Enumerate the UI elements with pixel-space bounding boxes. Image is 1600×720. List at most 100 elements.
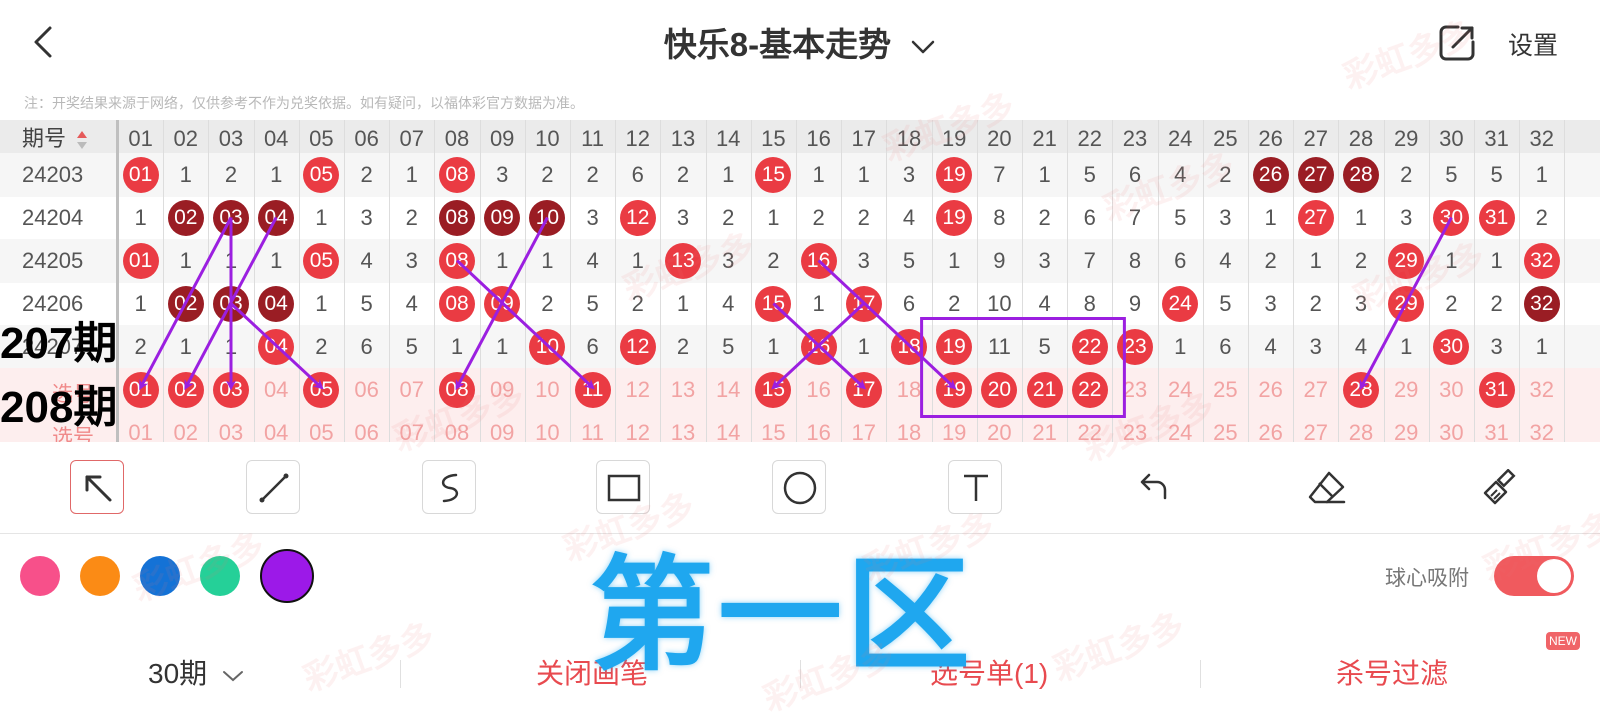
curve-tool[interactable] [422, 460, 476, 514]
number-ball[interactable]: 31 [1478, 372, 1515, 408]
number-ball: 17 [845, 286, 882, 322]
pick-number[interactable]: 32 [1519, 368, 1565, 412]
pick-number[interactable]: 29 [1383, 411, 1429, 442]
number-ball: 08 [439, 157, 475, 193]
miss-count: 6 [631, 162, 644, 187]
pick-number[interactable]: 17 [841, 411, 887, 442]
ball-snap-label: 球心吸附 [1385, 567, 1469, 590]
undo-icon [1140, 473, 1167, 500]
number-ball[interactable]: 28 [1343, 372, 1379, 408]
eraser-tool[interactable] [1298, 460, 1352, 514]
number-ball: 19 [936, 200, 973, 236]
miss-count: 1 [270, 162, 283, 187]
number-ball: 27 [1297, 200, 1334, 236]
miss-count: 3 [1219, 205, 1232, 230]
circle-tool[interactable] [772, 460, 826, 514]
pick-number[interactable]: 14 [705, 368, 751, 412]
miss-count: 1 [450, 334, 464, 359]
pick-number[interactable]: 15 [750, 411, 796, 442]
miss-count: 2 [676, 162, 690, 187]
miss-count: 4 [360, 248, 373, 273]
pick-number[interactable]: 14 [705, 411, 751, 442]
number-ball[interactable]: 17 [845, 372, 882, 408]
number-ball: 08 [439, 243, 475, 279]
pick-number[interactable]: 16 [796, 368, 842, 412]
pick-number[interactable]: 18 [886, 411, 932, 442]
pick-number[interactable]: 27 [1293, 368, 1339, 412]
number-ball[interactable]: 21 [1026, 372, 1063, 408]
pick-number[interactable]: 19 [931, 411, 977, 442]
number-ball: 12 [619, 329, 656, 365]
color-swatch[interactable] [20, 556, 60, 596]
drawing-toolbar [0, 446, 1600, 534]
miss-count: 11 [987, 334, 1011, 359]
pick-number[interactable]: 29 [1383, 368, 1429, 412]
pick-number[interactable]: 10 [524, 411, 570, 442]
pick-number[interactable]: 20 [976, 411, 1022, 442]
pick-number[interactable]: 32 [1519, 411, 1565, 442]
number-ball[interactable]: 02 [167, 372, 204, 408]
pick-number[interactable]: 06 [344, 368, 390, 412]
pick-number[interactable]: 04 [253, 411, 299, 442]
pick-number[interactable]: 13 [660, 368, 706, 412]
pick-number[interactable]: 12 [615, 411, 661, 442]
column-divider [298, 120, 300, 442]
clear-brush-tool[interactable] [1474, 460, 1528, 514]
number-ball[interactable]: 20 [981, 372, 1018, 408]
pick-number[interactable]: 31 [1474, 411, 1520, 442]
number-ball: 12 [619, 200, 656, 236]
miss-count: 1 [1174, 334, 1187, 359]
miss-count: 2 [405, 205, 418, 230]
sort-icon[interactable] [76, 130, 88, 150]
pick-number[interactable]: 28 [1338, 411, 1384, 442]
arrow-tool[interactable] [70, 460, 124, 514]
pick-number[interactable]: 11 [570, 411, 616, 442]
pick-number[interactable]: 27 [1293, 411, 1339, 442]
number-ball[interactable]: 15 [755, 372, 792, 408]
pick-number[interactable]: 26 [1248, 368, 1294, 412]
settings-button[interactable]: 设置 [1508, 26, 1558, 62]
pick-number[interactable]: 21 [1022, 411, 1068, 442]
pick-number[interactable]: 13 [660, 411, 706, 442]
pick-number[interactable]: 12 [615, 368, 661, 412]
number-ball[interactable]: 03 [213, 372, 249, 408]
color-swatch[interactable] [260, 549, 314, 603]
pick-number[interactable]: 05 [298, 411, 344, 442]
miss-count: 1 [270, 248, 283, 273]
kill-filter-button[interactable]: 杀号过滤 [1336, 652, 1448, 692]
line-tool[interactable] [246, 460, 300, 514]
number-ball[interactable]: 11 [574, 372, 611, 408]
pick-number[interactable]: 26 [1248, 411, 1294, 442]
number-ball: 05 [303, 157, 340, 193]
miss-count: 3 [1309, 334, 1322, 359]
color-swatch[interactable] [80, 556, 120, 596]
periods-dropdown[interactable]: 30期 [148, 652, 245, 692]
number-ball[interactable]: 01 [122, 372, 159, 408]
pick-row[interactable]: 选号 01 02 03 04 05 06 07 08 09 10 11 12 13 14 15 16 17 18 19… [0, 368, 1600, 412]
circle-icon [783, 471, 817, 505]
number-ball: 03 [213, 286, 249, 322]
pick-number[interactable]: 04 [253, 368, 299, 412]
miss-count: 6 [360, 334, 373, 359]
pick-number[interactable]: 10 [524, 368, 570, 412]
pick-number[interactable]: 18 [886, 368, 932, 412]
pick-number[interactable]: 01 [118, 411, 164, 442]
miss-count: 4 [1354, 334, 1368, 359]
number-ball[interactable]: 05 [303, 372, 340, 408]
pick-number[interactable]: 30 [1428, 411, 1474, 442]
number-ball: 02 [167, 286, 204, 322]
pick-number[interactable]: 16 [796, 411, 842, 442]
pick-number[interactable]: 06 [344, 411, 390, 442]
pick-row[interactable]: 选号 01 02 03 04 05 06 07 08 09 10 11 12 13 14 15 16 17 18 19… [0, 411, 1600, 442]
pick-number[interactable]: 02 [163, 411, 209, 442]
column-divider [1293, 120, 1295, 442]
number-ball[interactable]: 22 [1071, 372, 1108, 408]
pick-number[interactable]: 30 [1428, 368, 1474, 412]
number-ball[interactable]: 19 [936, 372, 973, 408]
curve-icon [442, 473, 458, 503]
miss-count: 1 [1264, 205, 1277, 230]
number-ball: 10 [529, 329, 566, 365]
undo-tool[interactable] [1124, 460, 1178, 514]
number-ball: 09 [484, 200, 521, 236]
pick-number[interactable]: 03 [208, 411, 254, 442]
